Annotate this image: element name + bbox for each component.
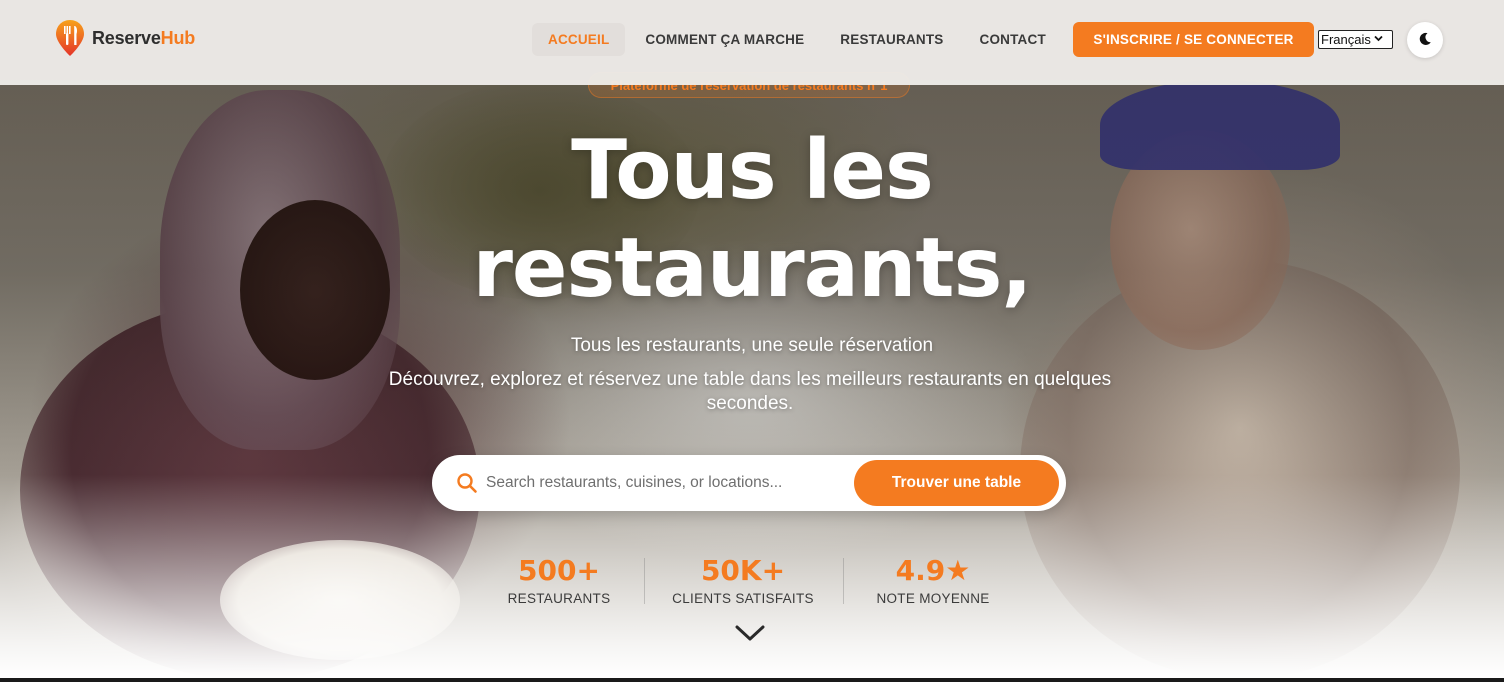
hero-description: Découvrez, explorez et réservez une tabl…: [388, 369, 1112, 414]
language-select-value: Français: [1321, 32, 1371, 47]
find-table-button[interactable]: Trouver une table: [854, 460, 1059, 506]
hero-title-line1: Tous les: [571, 123, 934, 218]
logo-pin-icon: [55, 19, 85, 57]
stat-value: 4.9★: [895, 554, 971, 587]
scroll-down-chevron-icon[interactable]: [734, 622, 766, 644]
main-nav: ACCUEIL COMMENT ÇA MARCHE RESTAURANTS CO…: [532, 23, 1066, 56]
signup-login-button[interactable]: S'INSCRIRE / SE CONNECTER: [1073, 22, 1314, 57]
language-select[interactable]: Français: [1318, 30, 1393, 49]
nav-link-contact[interactable]: CONTACT: [964, 23, 1062, 56]
search-icon: [456, 472, 478, 494]
hero-subtitle: Tous les restaurants, une seule réservat…: [570, 335, 934, 356]
page-bottom-border: [0, 678, 1504, 682]
stat-value: 50K+: [700, 554, 786, 587]
hero-title: Tous les restaurants,: [0, 122, 1504, 318]
navbar: ReserveHub ACCUEIL COMMENT ÇA MARCHE RES…: [0, 0, 1504, 85]
stat-label: NOTE MOYENNE: [876, 591, 990, 606]
stat-rating: 4.9★ NOTE MOYENNE: [860, 554, 1006, 607]
chevron-down-icon: [1374, 34, 1383, 45]
stat-divider: [644, 558, 645, 604]
theme-toggle-button[interactable]: [1407, 22, 1443, 58]
stat-restaurants: 500+ RESTAURANTS: [488, 554, 630, 607]
hero-title-line2: restaurants,: [472, 221, 1032, 316]
stat-value: 500+: [518, 554, 600, 587]
stat-divider: [843, 558, 844, 604]
nav-link-comment-ca-marche[interactable]: COMMENT ÇA MARCHE: [629, 23, 820, 56]
search-bar: Trouver une table: [432, 455, 1066, 511]
logo-text-reserve: Reserve: [92, 27, 161, 48]
logo-text-hub: Hub: [160, 27, 196, 48]
stat-clients: 50K+ CLIENTS SATISFAITS: [660, 554, 826, 607]
nav-link-accueil[interactable]: ACCUEIL: [532, 23, 626, 56]
stat-label: RESTAURANTS: [507, 591, 611, 606]
search-input[interactable]: [486, 467, 846, 499]
logo[interactable]: ReserveHub: [55, 19, 195, 57]
moon-icon: [1418, 31, 1432, 50]
stat-label: CLIENTS SATISFAITS: [672, 591, 814, 606]
nav-link-restaurants[interactable]: RESTAURANTS: [824, 23, 959, 56]
